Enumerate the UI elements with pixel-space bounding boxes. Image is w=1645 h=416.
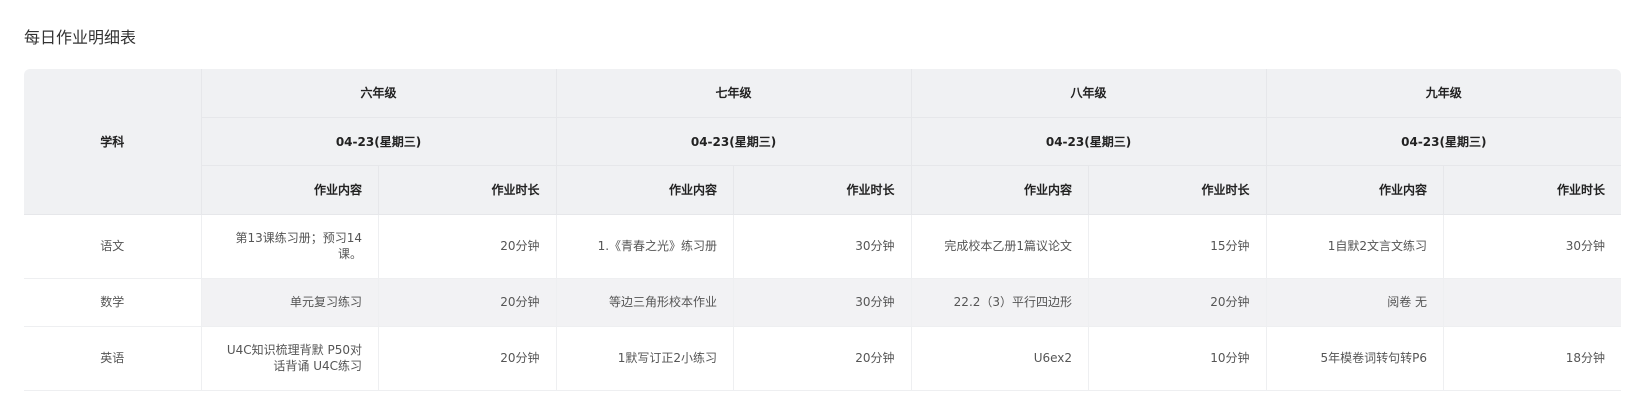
- content-cell: 1自默2文言文练习: [1266, 214, 1445, 279]
- content-header: 作业内容: [556, 165, 735, 215]
- content-cell: 1默写订正2小练习: [556, 326, 735, 391]
- grade-header-6: 六年级: [201, 69, 557, 118]
- date-header-9: 04-23(星期三): [1266, 117, 1621, 166]
- table-row: 数学 单元复习练习 20分钟 等边三角形校本作业 30分钟 22.2（3）平行四…: [24, 278, 1621, 327]
- duration-cell: 30分钟: [733, 278, 912, 327]
- date-header-8: 04-23(星期三): [911, 117, 1267, 166]
- table-row: 语文 第13课练习册；预习14课。 20分钟 1.《青春之光》练习册 30分钟 …: [24, 214, 1621, 279]
- duration-cell: [1443, 278, 1621, 327]
- duration-cell: 30分钟: [733, 214, 912, 279]
- page-title: 每日作业明细表: [24, 28, 137, 47]
- subject-cell: 英语: [24, 326, 202, 391]
- grade-header-7: 七年级: [556, 69, 912, 118]
- subject-column-header: 学科: [24, 69, 202, 215]
- content-header: 作业内容: [911, 165, 1090, 215]
- content-cell: 第13课练习册；预习14课。: [201, 214, 379, 279]
- duration-cell: 20分钟: [1088, 278, 1267, 327]
- homework-table-container: 学科 六年级 七年级 八年级 九年级 04-23(星期三) 04-23(星期三)…: [24, 69, 1621, 391]
- duration-cell: 10分钟: [1088, 326, 1267, 391]
- homework-table: 学科 六年级 七年级 八年级 九年级 04-23(星期三) 04-23(星期三)…: [24, 69, 1621, 391]
- content-cell: U6ex2: [911, 326, 1090, 391]
- content-cell: 完成校本乙册1篇议论文: [911, 214, 1090, 279]
- duration-cell: 20分钟: [378, 278, 557, 327]
- content-cell: U4C知识梳理背默 P50对话背诵 U4C练习: [201, 326, 379, 391]
- duration-cell: 15分钟: [1088, 214, 1267, 279]
- duration-cell: 30分钟: [1443, 214, 1621, 279]
- duration-cell: 18分钟: [1443, 326, 1621, 391]
- table-header: 学科 六年级 七年级 八年级 九年级 04-23(星期三) 04-23(星期三)…: [24, 69, 1621, 215]
- content-header: 作业内容: [1266, 165, 1445, 215]
- duration-cell: 20分钟: [733, 326, 912, 391]
- duration-header: 作业时长: [1443, 165, 1621, 215]
- subject-cell: 语文: [24, 214, 202, 279]
- duration-header: 作业时长: [733, 165, 912, 215]
- duration-cell: 20分钟: [378, 214, 557, 279]
- table-body: 语文 第13课练习册；预习14课。 20分钟 1.《青春之光》练习册 30分钟 …: [24, 214, 1621, 391]
- content-cell: 等边三角形校本作业: [556, 278, 735, 327]
- date-header-7: 04-23(星期三): [556, 117, 912, 166]
- content-cell: 1.《青春之光》练习册: [556, 214, 735, 279]
- content-cell: 阅卷 无: [1266, 278, 1445, 327]
- content-cell: 5年模卷词转句转P6: [1266, 326, 1445, 391]
- grade-header-8: 八年级: [911, 69, 1267, 118]
- date-header-6: 04-23(星期三): [201, 117, 557, 166]
- duration-header: 作业时长: [1088, 165, 1267, 215]
- content-header: 作业内容: [201, 165, 379, 215]
- duration-cell: 20分钟: [378, 326, 557, 391]
- grade-header-9: 九年级: [1266, 69, 1621, 118]
- subject-cell: 数学: [24, 278, 202, 327]
- duration-header: 作业时长: [378, 165, 557, 215]
- content-cell: 单元复习练习: [201, 278, 379, 327]
- content-cell: 22.2（3）平行四边形: [911, 278, 1090, 327]
- table-row: 英语 U4C知识梳理背默 P50对话背诵 U4C练习 20分钟 1默写订正2小练…: [24, 326, 1621, 391]
